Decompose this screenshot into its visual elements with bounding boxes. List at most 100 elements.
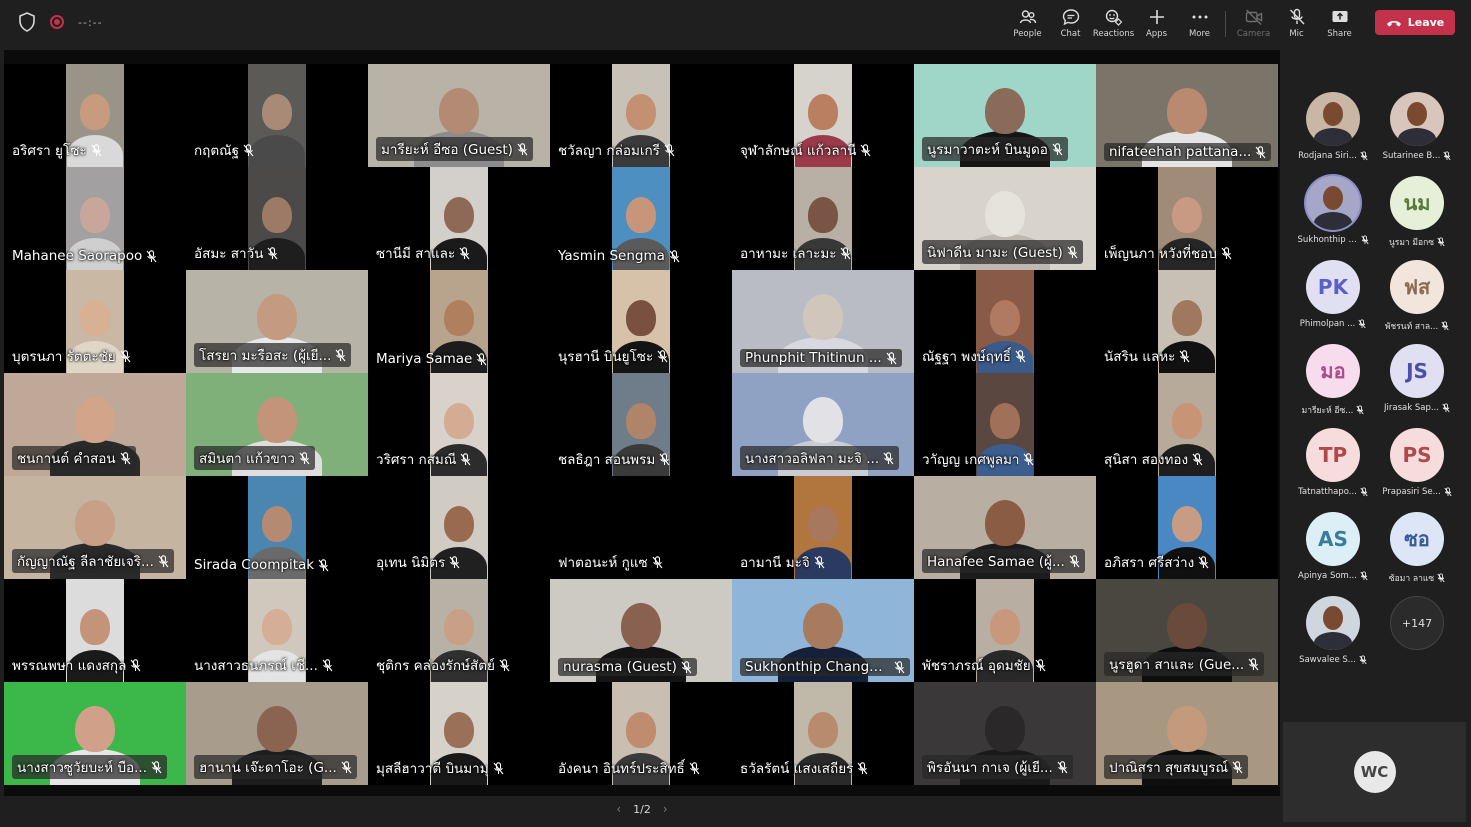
reactions-button[interactable]: Reactions xyxy=(1092,6,1135,42)
side-participant[interactable]: PS Prapasiri Se... xyxy=(1377,428,1457,497)
participant-tile[interactable]: nifateehah pattana... xyxy=(1096,64,1278,167)
participant-tile[interactable]: กัญญาณัฐ ลีลาชัยเจริ... xyxy=(4,476,186,579)
side-participant[interactable]: PK Phimolpan ... xyxy=(1293,260,1373,329)
side-participant[interactable]: TP Tatnatthapo... xyxy=(1293,428,1373,497)
side-participant[interactable]: นม นูรมา มีอกซ xyxy=(1377,176,1457,249)
participant-tile[interactable]: นางสาวอลิฟลา มะจิ ... xyxy=(732,373,914,476)
participant-tile[interactable]: สมินตา แก้วขาว xyxy=(186,373,368,476)
participant-tile[interactable]: อัสมะ สาวัน xyxy=(186,167,368,270)
people-button[interactable]: People xyxy=(1006,6,1049,42)
participant-tile[interactable]: Sirada Coompitak xyxy=(186,476,368,579)
participant-tile[interactable]: Mahanee Saorapoo xyxy=(4,167,186,270)
participant-name: เพ็ญนภา หวังที่ชอบ xyxy=(1104,246,1217,262)
participant-tile[interactable]: Hanafee Samae (ผู้... xyxy=(914,476,1096,579)
participant-tile[interactable]: บุตรนภา รัตตะชัย xyxy=(4,270,186,373)
more-button[interactable]: More xyxy=(1178,6,1221,42)
participant-tile[interactable]: ธวัลรัตน์ แสงเสถียร xyxy=(732,682,914,785)
participant-face xyxy=(803,397,843,443)
mic-off-icon xyxy=(1359,655,1367,665)
participant-tile[interactable]: อริศรา ยูโซะ xyxy=(4,64,186,167)
participant-tile[interactable]: ฟาตอนะห์ กูแซ xyxy=(550,476,732,579)
participant-tile[interactable]: ปาณิสรา สุขสมบูรณ์ xyxy=(1096,682,1278,785)
participant-tile[interactable]: จุฬาลักษณ์ แก้วลานี xyxy=(732,64,914,167)
participant-tile[interactable]: พิรอันนา กาเจ (ผู้เยี... xyxy=(914,682,1096,785)
participant-tile[interactable]: นางสาวธนภรณ์ เชี... xyxy=(186,579,368,682)
side-participant[interactable]: Sukhonthip Cha... xyxy=(1293,176,1373,245)
participant-tile[interactable]: อามานี มะจิ xyxy=(732,476,914,579)
mic-off-icon xyxy=(517,142,528,155)
apps-button[interactable]: Apps xyxy=(1135,6,1178,42)
more-participants[interactable]: +147 xyxy=(1377,596,1457,650)
participant-tile[interactable]: ชุติกร คล่องรักษ์สัตย์ xyxy=(368,579,550,682)
chat-button[interactable]: Chat xyxy=(1049,6,1092,42)
participant-tile[interactable]: ชนกานต์ คำสอน xyxy=(4,373,186,476)
participant-tile[interactable]: กฤตณัฐ xyxy=(186,64,368,167)
participant-avatar: มอ xyxy=(1306,344,1360,398)
participant-tile[interactable]: นุรฮานี บินยูโซะ xyxy=(550,270,732,373)
side-participant-name: พัชรนท์ สาล... xyxy=(1384,322,1439,332)
shield-icon[interactable] xyxy=(18,12,36,32)
participant-tile[interactable]: สุนิสา สองทอง xyxy=(1096,373,1278,476)
side-participant-name-row: Apinya Som... xyxy=(1293,571,1373,581)
participant-tile[interactable]: วาัญญ เกศพูลมา xyxy=(914,373,1096,476)
leave-button[interactable]: Leave xyxy=(1375,10,1455,35)
participant-tile[interactable]: มารียะห์ อีซอ (Guest) xyxy=(368,64,550,167)
participant-face xyxy=(75,500,115,546)
self-view[interactable]: WC xyxy=(1283,722,1466,822)
participant-name-label: อุเทน นิมิตร xyxy=(376,551,460,573)
participant-tile[interactable]: วริศรา กสมณี xyxy=(368,373,550,476)
side-participant-name-row: ซ้อมา ลาแซ xyxy=(1377,571,1457,585)
participant-tile[interactable]: ชลธิฎา สอนพรม xyxy=(550,373,732,476)
participant-tile[interactable]: Yasmin Sengma xyxy=(550,167,732,270)
side-participant[interactable]: Rodjana Siri... xyxy=(1293,92,1373,161)
mic-off-icon xyxy=(1024,452,1034,465)
participant-tile[interactable]: นางสาวซูวัยบะห์ บือ... xyxy=(4,682,186,785)
participant-tile[interactable]: มุสลีฮาวาตี บินมามุ xyxy=(368,682,550,785)
participant-tile[interactable]: อังคนา อินทร์ประสิทธิ์ xyxy=(550,682,732,785)
participant-tile[interactable]: ฮานาน เจ๊ะดาโอะ (G... xyxy=(186,682,368,785)
participant-grid: อริศรา ยูโซะ กฤตณัฐ มารียะห์ อีซอ (Guest) ช… xyxy=(4,64,1280,785)
participant-name-label: บุตรนภา รัตตะชัย xyxy=(12,345,131,367)
side-participant[interactable]: มอ มารียะห์ อีซ... xyxy=(1293,344,1373,417)
participant-name-label: กัญญาณัฐ ลีลาชัยเจริ... xyxy=(12,549,174,573)
participant-tile[interactable]: พัชราภรณ์ อุดมชัย xyxy=(914,579,1096,682)
participant-tile[interactable]: ชวัลญา กล่อมเกรี xyxy=(550,64,732,167)
participant-name: นิฟาดีน มามะ (Guest) xyxy=(927,245,1063,261)
participant-tile[interactable]: นูรมาวาตะห์ บินมูดอ xyxy=(914,64,1096,167)
chevron-right-icon[interactable]: › xyxy=(663,802,668,816)
participant-tile[interactable]: ณัฐฐา พงษ์ฤทธิ์ xyxy=(914,270,1096,373)
side-participant[interactable]: Sutarinee B... xyxy=(1377,92,1457,161)
participant-tile[interactable]: อาหามะ เลาะมะ xyxy=(732,167,914,270)
participant-tile[interactable]: nurasma (Guest) xyxy=(550,579,732,682)
participant-face xyxy=(990,609,1020,645)
mic-off-icon xyxy=(857,761,868,774)
participant-tile[interactable]: อุเทน นิมิตร xyxy=(368,476,550,579)
participant-tile[interactable]: อภิสรา ศรีสว่าง xyxy=(1096,476,1278,579)
participant-tile[interactable]: นัสริน แลหะ xyxy=(1096,270,1278,373)
share-button[interactable]: Share xyxy=(1318,6,1361,42)
participant-name-label: วริศรา กสมณี xyxy=(376,448,471,470)
side-participant[interactable]: AS Apinya Som... xyxy=(1293,512,1373,581)
participant-tile[interactable]: Phunphit Thitinun ... xyxy=(732,270,914,373)
participant-name: Mahanee Saorapoo xyxy=(12,248,143,264)
participant-tile[interactable]: นิฟาดีน มามะ (Guest) xyxy=(914,167,1096,270)
chevron-left-icon[interactable]: ‹ xyxy=(616,802,621,816)
participant-tile[interactable]: พรรณพษา แดงสกุล xyxy=(4,579,186,682)
camera-label: Camera xyxy=(1236,29,1271,39)
side-participant[interactable]: Sawvalee S... xyxy=(1293,596,1373,665)
side-participant[interactable]: ซอ ซ้อมา ลาแซ xyxy=(1377,512,1457,585)
side-participant[interactable]: ฟส พัชรนท์ สาล... xyxy=(1377,260,1457,333)
participant-tile[interactable]: เพ็ญนภา หวังที่ชอบ xyxy=(1096,167,1278,270)
participant-tile[interactable]: โสรยา มะรือสะ (ผู้เยี... xyxy=(186,270,368,373)
participant-name-label: ชวัลญา กล่อมเกรี xyxy=(558,139,675,161)
participant-tile[interactable]: Mariya Samae xyxy=(368,270,550,373)
participant-name-label: อามานี มะจิ xyxy=(740,551,825,573)
mic-button[interactable]: Mic xyxy=(1275,6,1318,42)
participant-name-label: ฟาตอนะห์ กูแซ xyxy=(558,551,663,573)
participant-tile[interactable]: นูรฮูดา สาและ (Gue... xyxy=(1096,579,1278,682)
participant-tile[interactable]: Sukhonthip Changpr... xyxy=(732,579,914,682)
side-participant[interactable]: JS Jirasak Sap... xyxy=(1377,344,1457,413)
mic-off-icon xyxy=(120,349,131,362)
participant-tile[interactable]: ซานีมี สาและ xyxy=(368,167,550,270)
participant-face xyxy=(80,197,110,233)
